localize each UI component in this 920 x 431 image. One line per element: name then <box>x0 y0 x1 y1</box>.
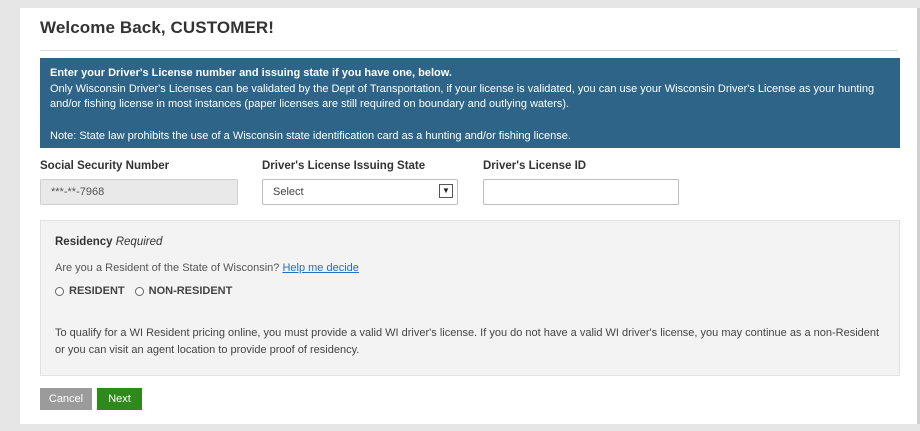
residency-question-text: Are you a Resident of the State of Wisco… <box>55 262 280 274</box>
page-title: Welcome Back, CUSTOMER! <box>40 18 275 37</box>
required-label: Required <box>115 236 163 248</box>
page-container: Welcome Back, CUSTOMER! Enter your Drive… <box>20 8 918 424</box>
help-me-decide-link[interactable]: Help me decide <box>282 262 358 274</box>
residency-title: Residency Required <box>55 236 162 248</box>
ssn-label: Social Security Number <box>40 160 170 172</box>
dl-id-label: Driver's License ID <box>483 160 587 172</box>
ssn-field: ***-**-7968 <box>40 179 238 205</box>
info-body: Only Wisconsin Driver's Licenses can be … <box>50 82 875 111</box>
residency-question: Are you a Resident of the State of Wisco… <box>55 262 359 274</box>
state-label: Driver's License Issuing State <box>262 160 426 172</box>
dl-id-input[interactable] <box>483 179 679 205</box>
info-note: Note: State law prohibits the use of a W… <box>50 129 571 142</box>
residency-radio-group: RESIDENT NON-RESIDENT <box>55 285 242 297</box>
non-resident-label: NON-RESIDENT <box>148 285 233 297</box>
resident-radio[interactable] <box>55 286 64 296</box>
non-resident-option[interactable]: NON-RESIDENT <box>134 285 233 297</box>
resident-label: RESIDENT <box>69 285 125 297</box>
residency-description: To qualify for a WI Resident pricing onl… <box>55 327 880 356</box>
residency-title-text: Residency <box>55 236 113 248</box>
title-divider <box>40 50 898 51</box>
issuing-state-value: Select <box>273 186 304 198</box>
chevron-down-icon[interactable]: ▼ <box>439 184 453 198</box>
non-resident-radio[interactable] <box>134 286 144 296</box>
next-button[interactable]: Next <box>97 388 142 410</box>
residency-panel: Residency Required Are you a Resident of… <box>40 220 900 376</box>
license-info-box: Enter your Driver's License number and i… <box>40 58 900 148</box>
info-heading: Enter your Driver's License number and i… <box>50 67 452 79</box>
cancel-button[interactable]: Cancel <box>40 388 92 410</box>
resident-option[interactable]: RESIDENT <box>55 285 125 297</box>
issuing-state-select[interactable]: Select ▼ <box>262 179 458 205</box>
